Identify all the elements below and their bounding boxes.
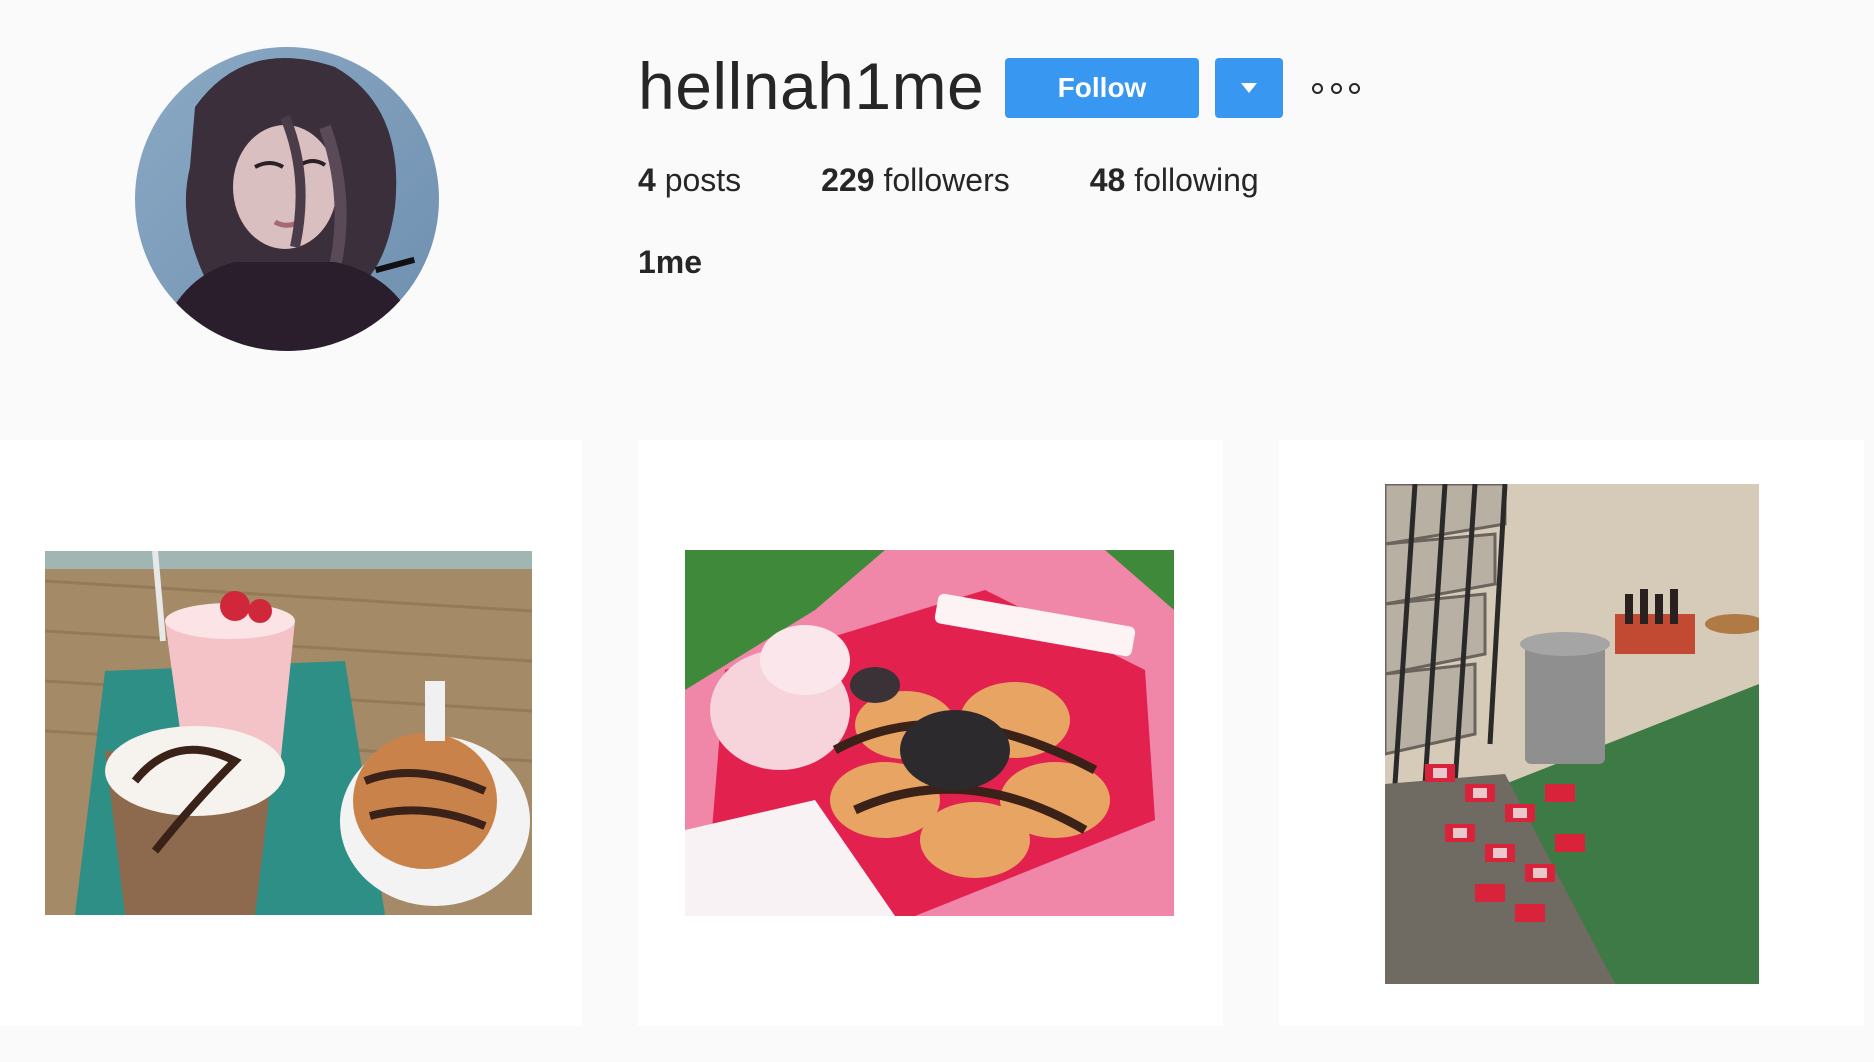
more-options-button[interactable]: [1308, 70, 1364, 106]
following-label: following: [1134, 162, 1259, 198]
followers-link[interactable]: 229 followers: [821, 162, 1010, 199]
more-options-icon: [1330, 82, 1342, 94]
more-options-icon: [1312, 82, 1323, 94]
follow-button[interactable]: Follow: [1005, 58, 1199, 118]
profile-page: hellnah1me Follow 4 posts 229 followers …: [0, 0, 1874, 1062]
avatar[interactable]: [135, 47, 439, 351]
more-options-icon: [1349, 82, 1360, 94]
post-thumbnail-2[interactable]: [638, 440, 1223, 1026]
followers-count-value: 229: [821, 162, 875, 198]
following-link[interactable]: 48 following: [1090, 162, 1259, 199]
suggestions-dropdown-button[interactable]: [1215, 58, 1283, 118]
posts-count-label: posts: [664, 162, 742, 198]
profile-full-name: 1me: [638, 244, 703, 280]
post-image-pancakes: [685, 550, 1174, 916]
followers-label: followers: [883, 162, 1010, 198]
following-count-value: 48: [1089, 162, 1126, 198]
post-thumbnail-1[interactable]: [0, 440, 582, 1026]
username: hellnah1me: [638, 49, 985, 123]
posts-count: 4 posts: [638, 162, 741, 199]
post-image-stairway: [1385, 484, 1759, 984]
post-image-drinks-muffin: [45, 551, 532, 915]
avatar-photo: [135, 47, 439, 351]
post-thumbnail-3[interactable]: [1279, 440, 1864, 1026]
profile-stats: 4 posts 229 followers 48 following: [638, 162, 1259, 199]
posts-count-value: 4: [638, 162, 656, 198]
caret-down-icon: [1241, 83, 1257, 93]
